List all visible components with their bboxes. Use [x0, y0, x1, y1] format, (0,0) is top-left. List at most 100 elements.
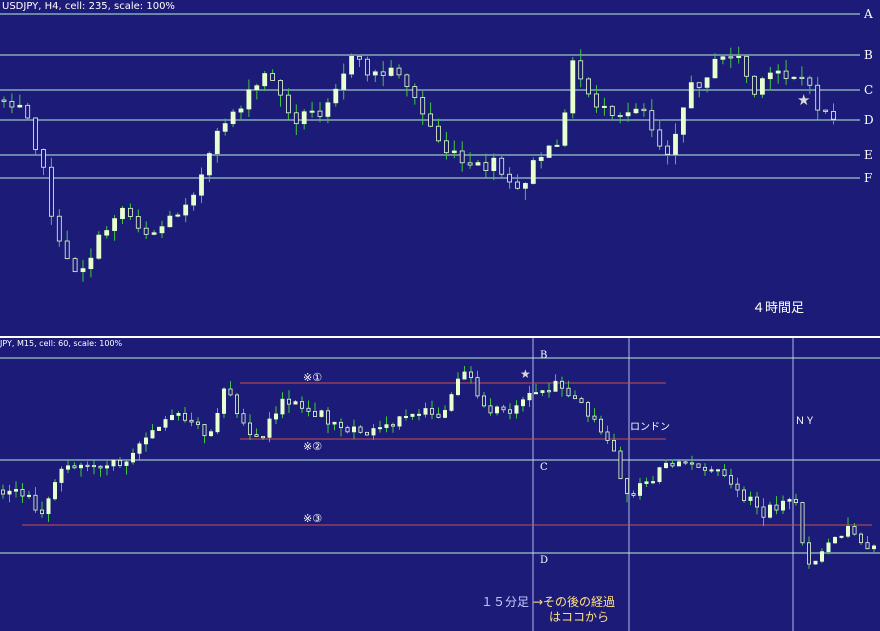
h4-candle	[443, 140, 449, 154]
h4-candle	[602, 105, 607, 108]
h4-candle	[143, 227, 149, 235]
h4-candle	[333, 88, 339, 104]
h4-chart-panel[interactable]: USDJPY, H4, cell: 235, scale: 100% ABCDE…	[0, 0, 880, 336]
m15-candle	[833, 536, 838, 544]
m15-candle	[579, 398, 584, 403]
m15-candle	[716, 469, 721, 472]
m15-candle	[481, 395, 486, 407]
m15-candle	[735, 483, 740, 491]
h4-timeframe-label: ４時間足	[752, 301, 804, 316]
h4-candle	[538, 157, 544, 161]
h4-candle	[617, 115, 623, 118]
m15-candle	[709, 469, 714, 472]
h4-candle	[104, 230, 110, 236]
h4-candle	[546, 145, 552, 158]
m15-candle	[390, 424, 395, 427]
h4-candle	[491, 157, 497, 172]
m15-candle	[267, 418, 272, 438]
h4-candle	[278, 80, 283, 96]
m15-candle	[182, 413, 187, 421]
h4-candle	[451, 150, 457, 154]
m15-candle	[839, 535, 844, 538]
m15-candle	[755, 496, 760, 508]
h4-candle	[183, 204, 189, 216]
m15-candle	[325, 410, 330, 425]
h4-candle	[222, 123, 228, 132]
h4-candle	[238, 108, 244, 113]
m15-candle	[46, 498, 51, 515]
m15-candle	[553, 380, 558, 392]
m15-candle	[683, 461, 688, 464]
m15-candle	[59, 468, 64, 483]
h4-candle	[341, 73, 347, 90]
m15-candle	[66, 465, 71, 470]
h4-candle	[206, 153, 212, 176]
h4-candle	[515, 181, 520, 189]
m15-candle	[455, 378, 460, 395]
m15-candle	[586, 402, 591, 417]
m15-candle	[371, 428, 376, 436]
m15-candle	[416, 413, 421, 416]
h4-candle	[752, 75, 757, 95]
h4-candle	[562, 112, 568, 146]
m15-candle	[260, 436, 265, 439]
h4-candle	[554, 144, 560, 147]
h4-candle	[499, 157, 505, 175]
m15-candle	[560, 380, 565, 389]
m15-candle	[423, 408, 428, 415]
h4-candle	[467, 162, 473, 166]
h4-candle	[507, 173, 513, 183]
h4-candle	[1, 99, 7, 102]
m15-candle	[488, 405, 493, 414]
m15-candle	[130, 452, 135, 463]
h4-candle	[436, 125, 441, 142]
m15-candle	[98, 465, 103, 469]
h4-candle	[578, 60, 584, 80]
m15-chart-panel[interactable]: JPY, M15, cell: 60, scale: 100% B C D ※① ※② ※…	[0, 338, 880, 631]
m15-candle	[846, 526, 851, 537]
m15-candle	[547, 390, 552, 393]
m15-candle	[507, 409, 512, 414]
m15-candle	[618, 450, 623, 480]
m15-candle	[657, 467, 662, 482]
h4-candle	[625, 112, 631, 117]
h4-candle	[633, 108, 639, 114]
h4-candle	[712, 58, 718, 79]
h4-candle	[420, 97, 426, 115]
h4-candle	[41, 149, 46, 168]
m15-candle	[462, 371, 467, 380]
m15-candle	[0, 489, 6, 495]
h4-candle	[17, 104, 23, 108]
note-line-1: →その後の経過	[533, 595, 616, 609]
m15-candle	[306, 407, 311, 412]
h4-candle	[783, 70, 789, 79]
m15-candle	[377, 427, 382, 430]
m15-candle	[286, 398, 291, 405]
m15-candle	[40, 509, 45, 515]
m15-candle	[215, 413, 220, 433]
h4-candle	[815, 84, 821, 111]
h4-candle	[380, 71, 386, 76]
m15-candle	[514, 405, 519, 414]
m15-candle	[703, 467, 708, 471]
m15-candle	[7, 490, 12, 495]
m15-candle	[53, 482, 58, 500]
m15-candle	[345, 427, 350, 433]
m15-candle	[163, 419, 168, 428]
m15-mark-label-2: ※②	[303, 440, 322, 453]
h4-candle	[807, 77, 813, 86]
m15-candle	[787, 499, 792, 502]
h4-candle	[96, 234, 102, 259]
m15-candle	[612, 440, 617, 452]
m15-candle	[397, 416, 402, 427]
h4-candle	[135, 216, 141, 229]
m15-candle	[599, 418, 604, 433]
m15-candle	[143, 437, 148, 445]
h4-candle	[175, 214, 181, 217]
h4-level-label-e: E	[864, 148, 873, 162]
h4-level-label-c: C	[864, 83, 873, 97]
h4-candle	[56, 215, 62, 242]
m15-candle	[722, 469, 727, 476]
h4-candle	[570, 60, 576, 114]
h4-candle	[831, 111, 836, 120]
